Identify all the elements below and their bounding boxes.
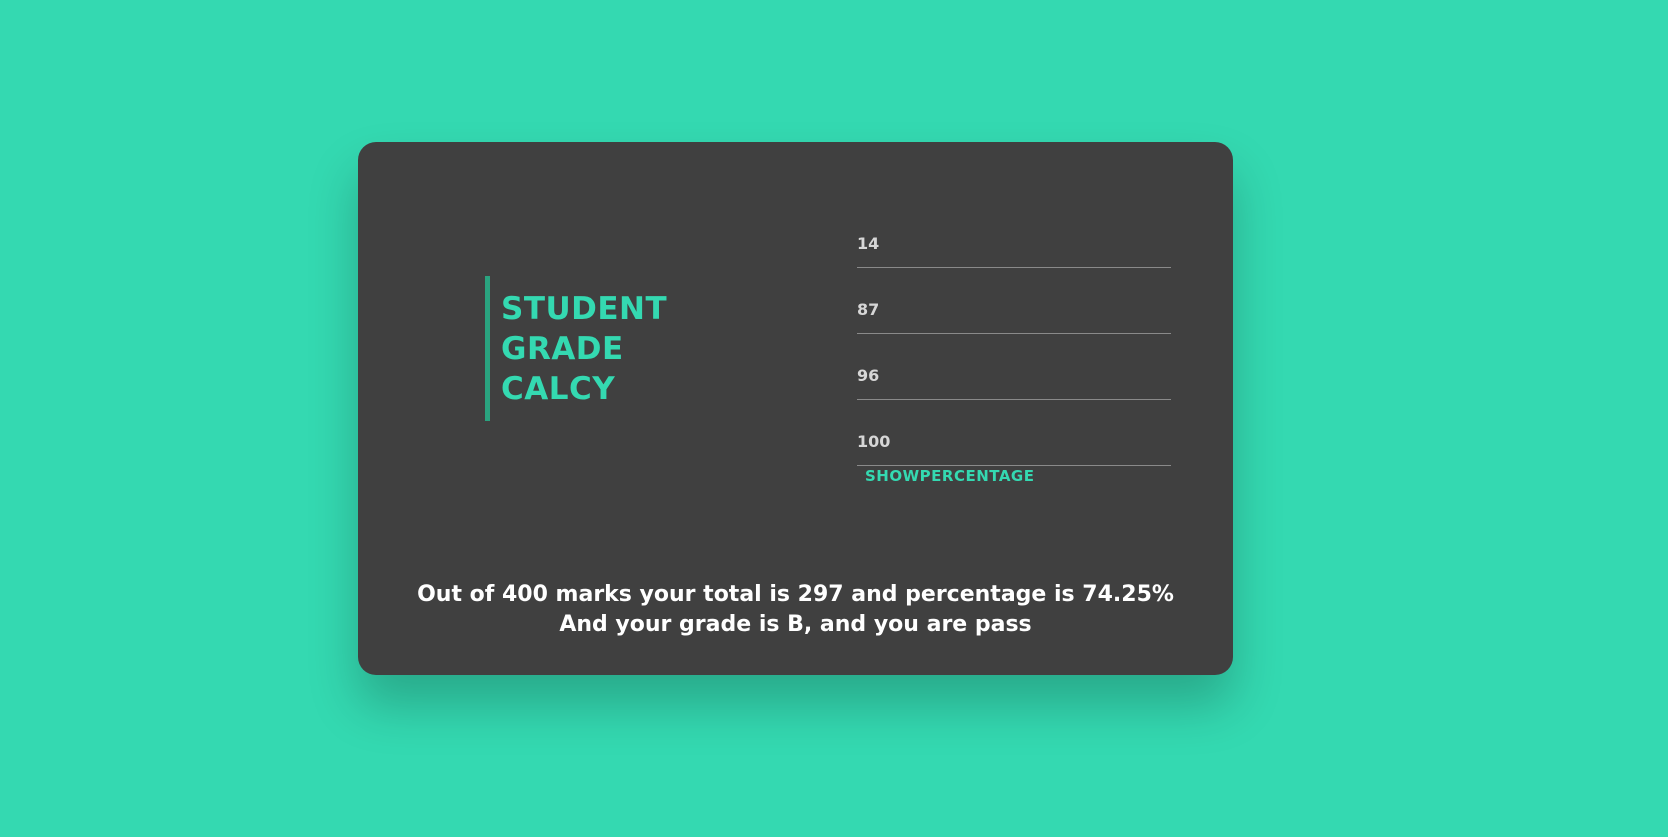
marks-field-4: [857, 400, 1171, 466]
result-text: Out of 400 marks your total is 297 and p…: [358, 580, 1233, 640]
marks-field-2: [857, 268, 1171, 334]
marks-field-3: [857, 334, 1171, 400]
app-title: STUDENT GRADE CALCY: [485, 276, 667, 421]
marks-inputs: [857, 202, 1171, 466]
result-line-1: Out of 400 marks your total is 297 and p…: [417, 582, 1174, 607]
result-line-2: And your grade is B, and you are pass: [559, 612, 1032, 637]
marks-input-4[interactable]: [857, 426, 1171, 466]
marks-input-3[interactable]: [857, 360, 1171, 400]
show-percentage-button[interactable]: SHOWPERCENTAGE: [865, 467, 1035, 485]
marks-input-2[interactable]: [857, 294, 1171, 334]
title-line-2: GRADE: [501, 331, 624, 367]
marks-field-1: [857, 202, 1171, 268]
marks-input-1[interactable]: [857, 228, 1171, 268]
title-line-3: CALCY: [501, 371, 616, 407]
title-line-1: STUDENT: [501, 291, 668, 327]
calculator-card: STUDENT GRADE CALCY SHOWPERCENTAGE Out o…: [358, 142, 1233, 675]
